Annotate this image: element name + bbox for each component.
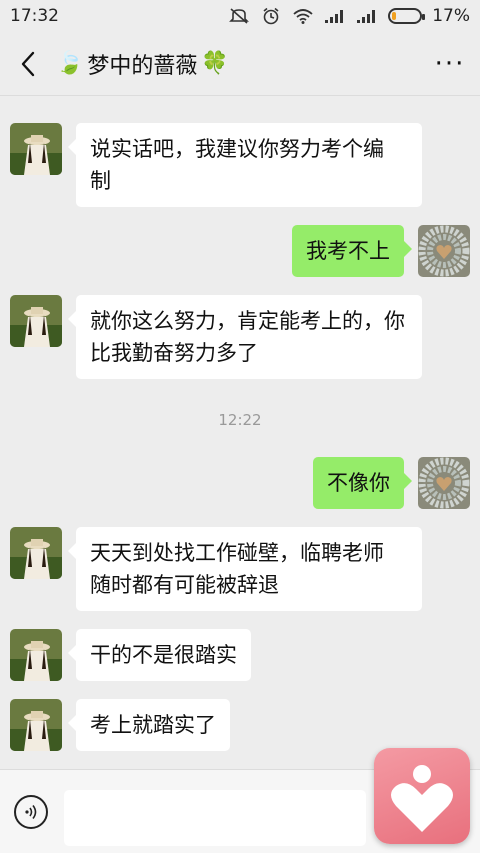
battery-percent: 17% bbox=[432, 6, 470, 26]
voice-input-button[interactable] bbox=[14, 795, 48, 829]
message-bubble-incoming[interactable]: 说实话吧，我建议你努力考个编 制 bbox=[68, 123, 422, 207]
message-bubble-incoming[interactable]: 干的不是很踏实 bbox=[68, 629, 251, 681]
message-bubble-outgoing[interactable]: 不像你 bbox=[313, 457, 412, 509]
my-avatar[interactable] bbox=[418, 457, 470, 509]
message-input[interactable] bbox=[64, 790, 366, 846]
message-row: 干的不是很踏实 bbox=[10, 629, 251, 681]
more-button[interactable]: ··· bbox=[420, 32, 480, 96]
message-row: 说实话吧，我建议你努力考个编 制 bbox=[10, 123, 422, 207]
mute-icon bbox=[228, 7, 250, 25]
message-row: 天天到处找工作碰壁，临聘老师 随时都有可能被辞退 bbox=[10, 527, 422, 611]
message-row: 就你这么努力，肯定能考上的，你 比我勤奋努力多了 bbox=[10, 295, 422, 379]
alarm-icon bbox=[260, 7, 282, 25]
contact-avatar[interactable] bbox=[10, 629, 62, 681]
status-bar: 17:32 17% bbox=[0, 0, 480, 32]
status-time: 17:32 bbox=[10, 6, 59, 26]
clover-emoji: 🍀 bbox=[201, 51, 229, 76]
battery-icon bbox=[388, 8, 426, 24]
signal-icon bbox=[324, 7, 346, 25]
leaf-emoji: 🍃 bbox=[56, 51, 84, 76]
floating-app-button[interactable] bbox=[374, 748, 470, 844]
more-dots-icon: ··· bbox=[434, 48, 466, 79]
back-button[interactable] bbox=[0, 32, 56, 96]
signal-icon bbox=[356, 7, 378, 25]
chat-header: 🍃 梦中的蔷薇 🍀 ··· bbox=[0, 32, 480, 96]
message-bubble-incoming[interactable]: 天天到处找工作碰壁，临聘老师 随时都有可能被辞退 bbox=[68, 527, 422, 611]
message-row: 不像你 bbox=[313, 457, 470, 509]
back-chevron-icon bbox=[21, 51, 35, 76]
chat-area[interactable]: 说实话吧，我建议你努力考个编 制 我考不上 就你这么努力，肯定能考上的，你 比我… bbox=[0, 97, 480, 769]
contact-avatar[interactable] bbox=[10, 527, 62, 579]
contact-name: 梦中的蔷薇 bbox=[87, 53, 198, 79]
heart-person-icon bbox=[391, 765, 453, 832]
time-divider: 12:22 bbox=[218, 411, 262, 429]
message-row: 考上就踏实了 bbox=[10, 699, 230, 751]
message-bubble-outgoing[interactable]: 我考不上 bbox=[292, 225, 412, 277]
my-avatar[interactable] bbox=[418, 225, 470, 277]
contact-avatar[interactable] bbox=[10, 123, 62, 175]
message-bubble-incoming[interactable]: 考上就踏实了 bbox=[68, 699, 230, 751]
message-bubble-incoming[interactable]: 就你这么努力，肯定能考上的，你 比我勤奋努力多了 bbox=[68, 295, 422, 379]
contact-avatar[interactable] bbox=[10, 295, 62, 347]
status-icons: 17% bbox=[228, 6, 470, 26]
voice-input-icon bbox=[25, 805, 37, 819]
contact-avatar[interactable] bbox=[10, 699, 62, 751]
chat-title: 🍃 梦中的蔷薇 🍀 bbox=[56, 48, 420, 80]
wifi-icon bbox=[292, 7, 314, 25]
message-row: 我考不上 bbox=[292, 225, 470, 277]
